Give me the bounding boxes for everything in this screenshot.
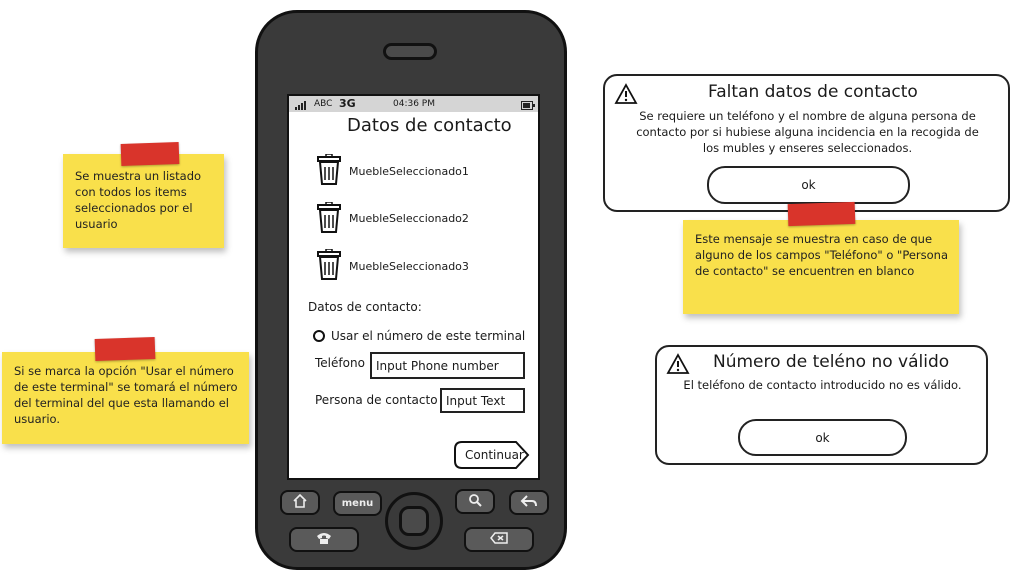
continue-button[interactable]: Continuar	[454, 441, 530, 469]
warning-icon	[614, 83, 638, 109]
dialog-message: El teléfono de contacto introducido no e…	[683, 378, 962, 392]
tape	[94, 336, 156, 362]
list-item-label: MuebleSeleccionado1	[349, 165, 469, 178]
section-label: Datos de contacto:	[308, 300, 422, 314]
radio-label: Usar el número de este terminal	[331, 329, 526, 343]
sticky-note-terminal: Si se marca la opción "Usar el número de…	[2, 352, 249, 444]
signal-icon	[295, 100, 309, 116]
dialog-message: Se requiere un teléfono y el nombre de a…	[636, 109, 979, 155]
ok-button[interactable]: ok	[707, 166, 910, 204]
menu-button[interactable]: menu	[333, 491, 382, 516]
phone-input[interactable]: Input Phone number	[370, 352, 525, 379]
clock: 04:36 PM	[393, 99, 435, 109]
trash-icon[interactable]	[316, 201, 342, 238]
center-nav-inner	[399, 506, 429, 536]
note-text: Se muestra un listado con todos los item…	[75, 169, 202, 231]
home-button[interactable]	[280, 490, 320, 515]
note-text: Este mensaje se muestra en caso de que a…	[695, 232, 949, 278]
list-item-label: MuebleSeleccionado3	[349, 260, 469, 273]
tape	[787, 201, 856, 227]
note-text: Si se marca la opción "Usar el número de…	[14, 364, 238, 426]
search-icon	[468, 493, 482, 510]
back-arrow-icon	[520, 494, 538, 511]
sticky-note-mensaje: Este mensaje se muestra en caso de que a…	[683, 220, 959, 314]
phone-speaker	[383, 43, 437, 60]
phone-label: Teléfono	[315, 356, 365, 370]
carrier-label: ABC	[314, 99, 333, 109]
ok-label: ok	[801, 178, 816, 192]
dialog-title: Número de teléno no válido	[713, 352, 950, 372]
phone-icon	[316, 531, 332, 548]
backspace-icon	[490, 532, 508, 547]
screen-title: Datos de contacto	[347, 115, 512, 136]
phone-screen: ABC 3G 04:36 PM Datos de contacto Mueble…	[287, 94, 540, 480]
status-bar: ABC 3G 04:36 PM	[289, 96, 538, 112]
tape	[120, 141, 180, 167]
delete-button[interactable]	[464, 527, 534, 552]
dialog-invalid-phone: Número de teléno no válido El teléfono d…	[655, 345, 988, 465]
trash-icon[interactable]	[316, 248, 342, 285]
warning-icon	[666, 353, 690, 379]
back-button[interactable]	[509, 490, 549, 515]
call-button[interactable]	[289, 527, 359, 552]
network-label: 3G	[339, 97, 356, 110]
continue-label: Continuar	[465, 448, 524, 462]
ok-button[interactable]: ok	[738, 419, 907, 456]
list-item-label: MuebleSeleccionado2	[349, 212, 469, 225]
radio-button[interactable]	[313, 330, 325, 342]
home-icon	[292, 493, 308, 511]
center-nav-button[interactable]	[385, 492, 443, 550]
trash-icon[interactable]	[316, 153, 342, 190]
search-button[interactable]	[455, 489, 495, 514]
contact-input[interactable]: Input Text	[440, 388, 525, 413]
battery-icon	[521, 100, 535, 116]
menu-label: menu	[341, 498, 374, 509]
dialog-missing-contact: Faltan datos de contacto Se requiere un …	[603, 74, 1010, 212]
dialog-title: Faltan datos de contacto	[708, 82, 918, 102]
contact-label: Persona de contacto	[315, 393, 438, 407]
ok-label: ok	[815, 430, 830, 445]
sticky-note-listado: Se muestra un listado con todos los item…	[63, 154, 224, 248]
